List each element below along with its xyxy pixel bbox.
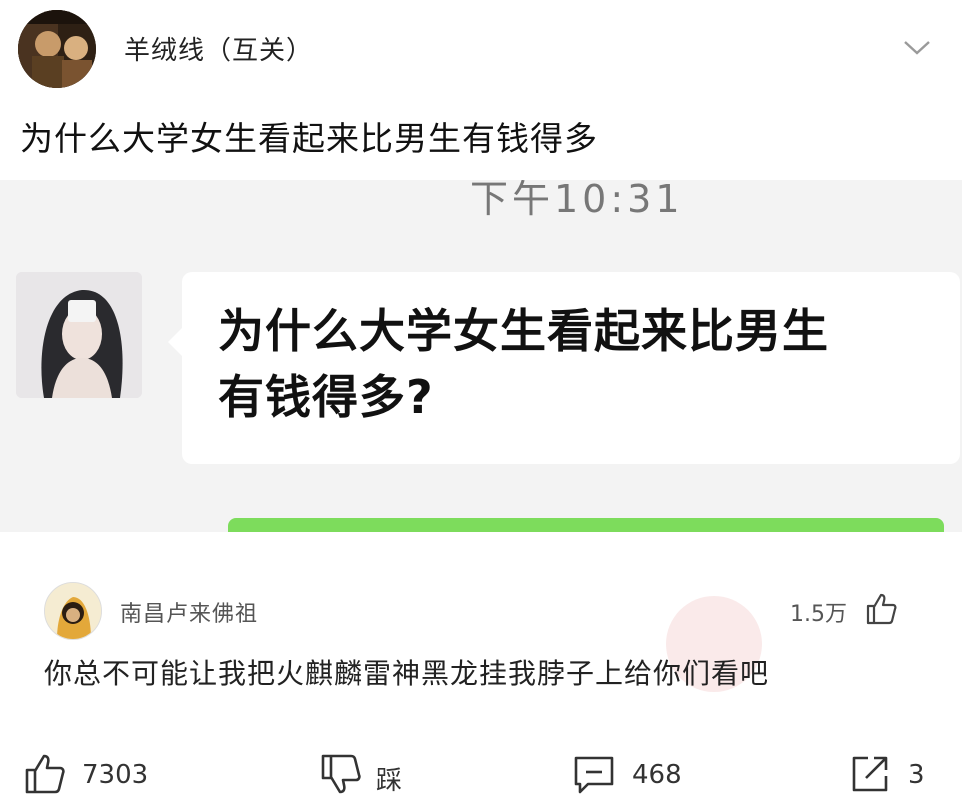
like-icon[interactable] xyxy=(22,752,66,796)
comment-text: 你总不可能让我把火麒麟雷神黑龙挂我脖子上给你们看吧 xyxy=(44,657,770,690)
chat-avatar xyxy=(16,272,142,398)
green-reply-bubble xyxy=(228,518,944,532)
chat-message-line2: 有钱得多? xyxy=(218,370,434,424)
commenter-name[interactable]: 南昌卢来佛祖 xyxy=(120,596,258,628)
post-title: 为什么大学女生看起来比男生有钱得多 xyxy=(20,119,598,158)
dislike-icon[interactable] xyxy=(318,752,362,796)
like-count[interactable]: 7303 xyxy=(82,760,148,790)
author-avatar[interactable] xyxy=(18,10,96,88)
comment-like-icon[interactable] xyxy=(864,592,898,626)
commenter-avatar-image xyxy=(45,583,101,639)
dislike-label[interactable]: 踩 xyxy=(376,760,402,797)
chevron-down-icon[interactable] xyxy=(902,38,932,58)
author-avatar-image xyxy=(18,10,96,88)
commenter-avatar[interactable] xyxy=(44,582,102,640)
chat-avatar-image xyxy=(16,272,142,398)
comment-like-count: 1.5万 xyxy=(790,602,847,627)
chat-timestamp: 下午10:31 xyxy=(470,180,684,221)
share-count[interactable]: 3 xyxy=(908,760,925,790)
comment-count[interactable]: 468 xyxy=(632,760,682,790)
share-icon[interactable] xyxy=(848,752,892,796)
chat-message-line1: 为什么大学女生看起来比男生 xyxy=(218,304,829,358)
author-name[interactable]: 羊绒线（互关） xyxy=(124,30,313,67)
comment-icon[interactable] xyxy=(572,752,616,796)
chat-message: 为什么大学女生看起来比男生 有钱得多? xyxy=(218,298,938,430)
embedded-screenshot: 下午10:31 为什么大学女生看起来比男生 有钱得多? xyxy=(0,180,962,532)
